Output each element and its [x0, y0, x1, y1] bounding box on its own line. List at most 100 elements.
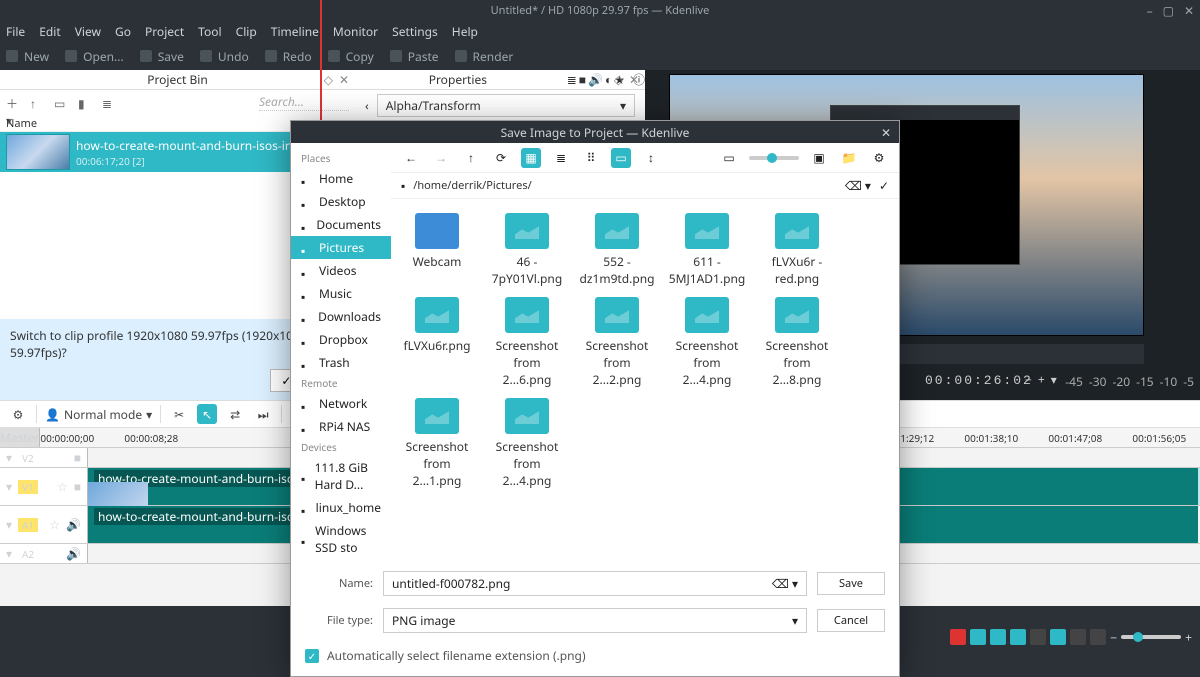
place-windows-ssd-sto[interactable]: ▪Windows SSD sto	[291, 519, 391, 559]
timecode-minus-icon[interactable]: −	[1025, 371, 1032, 388]
paste-button[interactable]: Paste	[390, 48, 439, 65]
file-item[interactable]: Screenshot from 2...6.png	[491, 297, 563, 388]
spacer-tool-icon[interactable]: ⇄	[225, 404, 245, 424]
edit-mode-dropdown[interactable]: 👤 Normal mode ▾	[45, 406, 152, 423]
status-btn-6[interactable]	[1090, 629, 1106, 645]
chevron-down-icon[interactable]: ▾	[6, 516, 12, 533]
zoom-out-icon[interactable]: ▭	[719, 148, 739, 168]
place-trash[interactable]: ▪Trash	[291, 351, 391, 374]
auto-ext-checkbox[interactable]: ✓	[305, 649, 319, 663]
undo-button[interactable]: Undo	[200, 48, 249, 65]
video-icon[interactable]: ■	[74, 449, 81, 466]
up-icon[interactable]: ↑	[461, 148, 481, 168]
copy-button[interactable]: Copy	[328, 48, 374, 65]
search-input[interactable]: Search...	[259, 93, 349, 111]
alpha-transform-dropdown[interactable]: Alpha/Transform ▾	[377, 94, 635, 117]
properties-tab-video-icon[interactable]: ■	[579, 71, 586, 88]
menu-help[interactable]: Help	[452, 23, 478, 40]
file-item[interactable]: Screenshot from 2...4.png	[671, 297, 743, 388]
status-btn-3[interactable]	[1010, 629, 1026, 645]
compact-view-icon[interactable]: ⠿	[581, 148, 601, 168]
forward-icon[interactable]: →	[431, 148, 451, 168]
properties-tab-color-icon[interactable]: ◐	[605, 71, 612, 88]
track-head-a2[interactable]: ▾ A2 🔊	[0, 544, 88, 563]
new-button[interactable]: New	[6, 48, 49, 65]
zoom-out-icon[interactable]: −	[1110, 629, 1117, 646]
timecode-plus-icon[interactable]: +	[1038, 371, 1045, 388]
settings-icon[interactable]: ⚙	[8, 404, 28, 424]
window-close-icon[interactable]: ✕	[1184, 2, 1194, 19]
chevron-down-icon[interactable]: ▾	[6, 478, 12, 495]
icon-size-slider[interactable]	[749, 156, 799, 160]
list-icon[interactable]: ≣	[102, 95, 116, 109]
zoom-in-icon[interactable]: ▣	[809, 148, 829, 168]
clear-path-icon[interactable]: ⌫ ▾	[845, 177, 871, 194]
status-btn-2[interactable]	[990, 629, 1006, 645]
undock-icon[interactable]: ◇	[324, 71, 333, 88]
file-grid[interactable]: Webcam46 - 7pY01Vl.png552 - dz1m9td.png6…	[391, 199, 899, 509]
sort-icon[interactable]: ↕	[641, 148, 661, 168]
accept-path-icon[interactable]: ✓	[879, 177, 889, 194]
menu-settings[interactable]: Settings	[392, 23, 438, 40]
delete-icon[interactable]: ▮	[78, 95, 92, 109]
save-button[interactable]: Save	[817, 572, 885, 595]
file-item[interactable]: fLVXu6r - red.png	[761, 213, 833, 287]
list-view-icon[interactable]: ≣	[551, 148, 571, 168]
menu-file[interactable]: File	[6, 23, 25, 40]
star-icon[interactable]: ☆	[49, 516, 60, 533]
path-input[interactable]: /home/derrik/Pictures/	[413, 178, 837, 193]
save-button[interactable]: Save	[140, 48, 184, 65]
up-icon[interactable]: ↑	[30, 95, 44, 109]
file-item[interactable]: 46 - 7pY01Vl.png	[491, 213, 563, 287]
options-icon[interactable]: ⚙	[869, 148, 889, 168]
menu-timeline[interactable]: Timeline	[271, 23, 319, 40]
menu-clip[interactable]: Clip	[236, 23, 257, 40]
reload-icon[interactable]: ⟳	[491, 148, 511, 168]
master-track-button[interactable]: Master	[0, 428, 40, 447]
status-fullscreen-icon[interactable]	[1070, 629, 1086, 645]
file-item[interactable]: Webcam	[401, 213, 473, 287]
back-icon[interactable]: ←	[401, 148, 421, 168]
window-minimize-icon[interactable]: –	[1147, 2, 1153, 19]
render-button[interactable]: Render	[455, 48, 514, 65]
place-videos[interactable]: ▪Videos	[291, 259, 391, 282]
monitor-timecode[interactable]: 00:00:26:02	[925, 373, 1033, 388]
place-linux_home[interactable]: ▪linux_home	[291, 496, 391, 519]
undock-icon[interactable]: ◇	[614, 71, 623, 88]
file-item[interactable]: Screenshot from 2...2.png	[581, 297, 653, 388]
file-item[interactable]: 552 - dz1m9td.png	[581, 213, 653, 287]
file-item[interactable]: 611 - 5MJ1AD1.png	[671, 213, 743, 287]
place-documents[interactable]: ▪Documents	[291, 213, 391, 236]
place-rpi4-nas[interactable]: ▪RPi4 NAS	[291, 415, 391, 438]
new-folder-icon[interactable]: 📁	[839, 148, 859, 168]
status-btn-1[interactable]	[970, 629, 986, 645]
place-desktop[interactable]: ▪Desktop	[291, 190, 391, 213]
clear-name-icon[interactable]: ⌫ ▾	[772, 575, 798, 592]
track-head-v1[interactable]: ▾ V1 ☆ ■	[0, 468, 88, 505]
file-item[interactable]: Screenshot from 2...4.png	[491, 398, 563, 489]
icons-view-icon[interactable]: ▦	[521, 148, 541, 168]
select-tool-icon[interactable]: ↖	[197, 404, 217, 424]
zoom-in-icon[interactable]: +	[1185, 629, 1192, 646]
menu-view[interactable]: View	[75, 23, 101, 40]
window-maximize-icon[interactable]: ▢	[1163, 2, 1174, 19]
track-head-v2[interactable]: ▾ V2 ■	[0, 448, 88, 467]
chevron-down-icon[interactable]: ▾	[6, 545, 12, 562]
zoom-slider[interactable]	[1121, 635, 1181, 639]
filename-input[interactable]: untitled-f000782.png ⌫ ▾	[383, 571, 807, 596]
place-music[interactable]: ▪Music	[291, 282, 391, 305]
place-network[interactable]: ▪Network	[291, 392, 391, 415]
dialog-close-icon[interactable]: ✕	[881, 124, 891, 141]
menu-tool[interactable]: Tool	[198, 23, 221, 40]
place-home[interactable]: ▪Home	[291, 167, 391, 190]
filetype-dropdown[interactable]: PNG image ▾	[383, 608, 807, 633]
add-clip-icon[interactable]: ＋▾	[6, 95, 20, 109]
file-item[interactable]: fLVXu6r.png	[401, 297, 473, 388]
cancel-button[interactable]: Cancel	[817, 609, 885, 632]
audio-icon[interactable]: 🔊	[66, 516, 81, 533]
place-downloads[interactable]: ▪Downloads	[291, 305, 391, 328]
video-icon[interactable]: ■	[74, 478, 81, 495]
cut-tool-icon[interactable]: ✂	[169, 404, 189, 424]
menu-go[interactable]: Go	[115, 23, 131, 40]
star-icon[interactable]: ☆	[57, 478, 68, 495]
